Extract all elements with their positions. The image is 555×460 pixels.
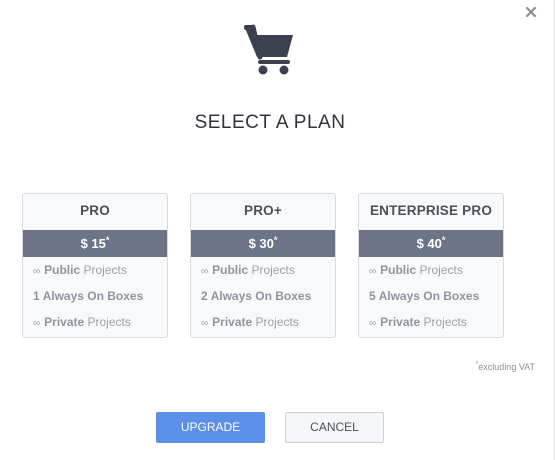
vat-text: excluding VAT [478, 362, 535, 372]
price-marker: * [441, 235, 446, 245]
feature-highlight: 5 Always On Boxes [369, 289, 480, 303]
plan-price: $ 30* [191, 230, 335, 257]
feature-private-projects: ∞ Private Projects [359, 309, 503, 335]
close-icon[interactable] [524, 5, 538, 19]
shopping-cart-icon [243, 24, 297, 76]
feature-always-on-boxes: 2 Always On Boxes [191, 283, 335, 309]
feature-highlight: 2 Always On Boxes [201, 289, 312, 303]
plan-list: PRO $ 15* ∞ Public Projects 1 Always On B… [22, 193, 506, 339]
feature-text: Projects [416, 263, 463, 277]
infinity-icon: ∞ [369, 318, 377, 329]
feature-public-projects: ∞ Public Projects [359, 257, 503, 283]
price-value: $ 30 [248, 236, 274, 251]
feature-highlight: Private [212, 315, 253, 329]
infinity-icon: ∞ [33, 318, 41, 329]
feature-text: Projects [420, 315, 467, 329]
vat-note: *excluding VAT [476, 361, 535, 372]
price-marker: * [273, 235, 278, 245]
upgrade-button[interactable]: UPGRADE [156, 412, 265, 443]
feature-text: Projects [80, 263, 127, 277]
feature-always-on-boxes: 5 Always On Boxes [359, 283, 503, 309]
feature-always-on-boxes: 1 Always On Boxes [23, 283, 167, 309]
infinity-icon: ∞ [369, 266, 377, 277]
feature-public-projects: ∞ Public Projects [191, 257, 335, 283]
plan-card-enterprise-pro[interactable]: ENTERPRISE PRO $ 40* ∞ Public Projects 5 … [358, 193, 504, 338]
dialog-title: SELECT A PLAN [194, 112, 346, 133]
feature-text: Projects [252, 315, 299, 329]
feature-text: Projects [84, 315, 131, 329]
feature-private-projects: ∞ Private Projects [23, 309, 167, 335]
cancel-button[interactable]: CANCEL [285, 412, 384, 443]
feature-public-projects: ∞ Public Projects [23, 257, 167, 283]
feature-highlight: Private [380, 315, 421, 329]
price-value: $ 40 [416, 236, 442, 251]
feature-highlight: Public [380, 263, 417, 277]
infinity-icon: ∞ [33, 266, 41, 277]
infinity-icon: ∞ [201, 318, 209, 329]
plan-name: ENTERPRISE PRO [369, 203, 493, 218]
plan-card-pro[interactable]: PRO $ 15* ∞ Public Projects 1 Always On B… [22, 193, 168, 338]
feature-private-projects: ∞ Private Projects [191, 309, 335, 335]
plan-name: PRO+ [244, 203, 282, 218]
feature-highlight: Public [44, 263, 81, 277]
plan-price: $ 40* [359, 230, 503, 257]
feature-highlight: 1 Always On Boxes [33, 289, 144, 303]
price-value: $ 15 [80, 236, 106, 251]
plan-price: $ 15* [23, 230, 167, 257]
price-marker: * [105, 235, 110, 245]
plan-card-pro-plus[interactable]: PRO+ $ 30* ∞ Public Projects 2 Always On … [190, 193, 336, 338]
infinity-icon: ∞ [201, 266, 209, 277]
select-plan-dialog: SELECT A PLAN PRO $ 15* ∞ Public Projects… [0, 0, 555, 460]
plan-name: PRO [80, 203, 110, 218]
feature-text: Projects [248, 263, 295, 277]
feature-highlight: Public [212, 263, 249, 277]
feature-highlight: Private [44, 315, 85, 329]
